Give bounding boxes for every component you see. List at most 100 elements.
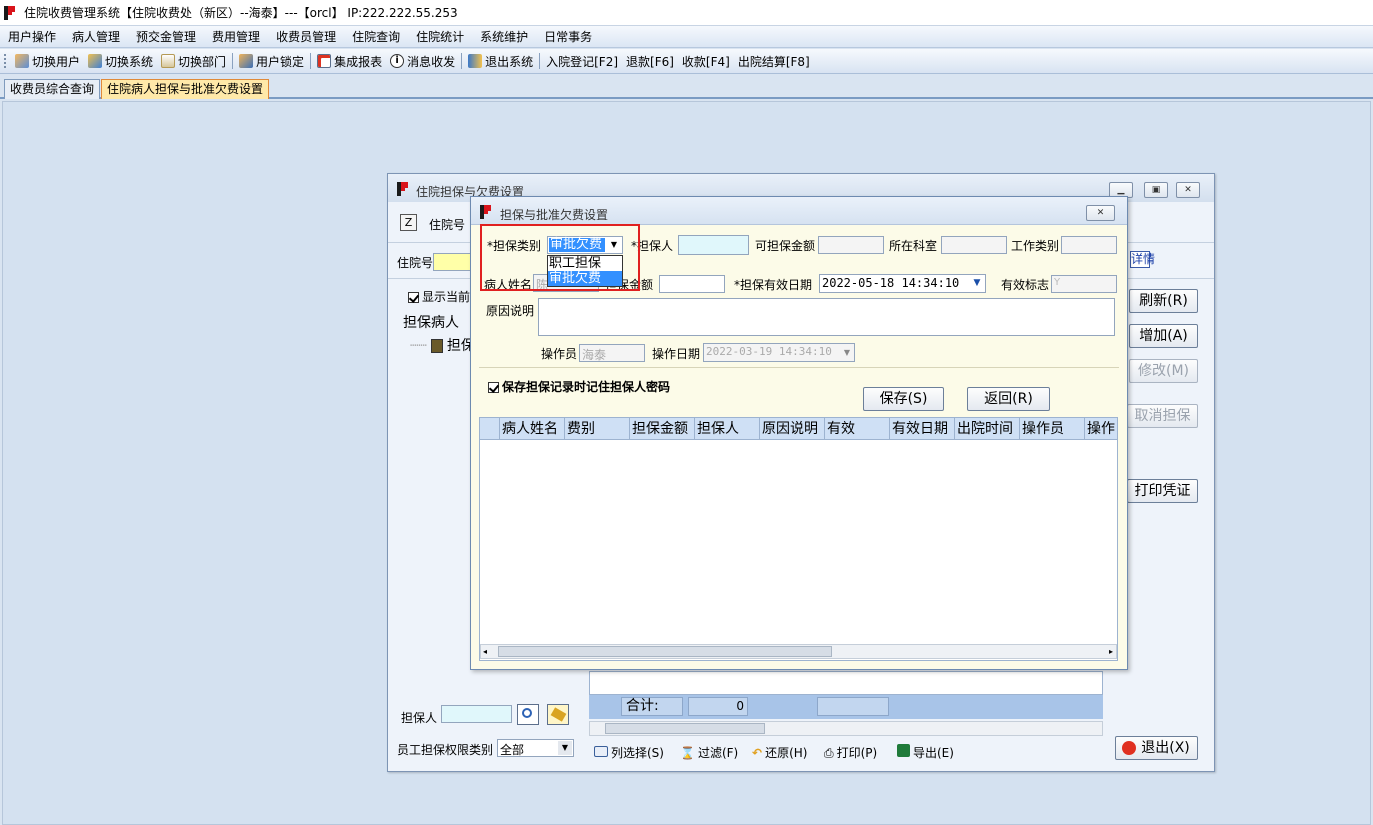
menu-fee-mgmt[interactable]: 费用管理 xyxy=(204,28,268,45)
tab-guarantee-settings[interactable]: 住院病人担保与批准欠费设置 xyxy=(101,79,270,99)
col-patient-name[interactable]: 病人姓名 xyxy=(500,418,565,440)
inpatient-no-label: 住院号 xyxy=(429,218,466,232)
tree-root[interactable]: 担保病人 xyxy=(403,312,459,332)
export-button[interactable]: 导出(E) xyxy=(897,744,954,761)
col-valid-date[interactable]: 有效日期 xyxy=(890,418,955,440)
col-operator[interactable]: 操作员 xyxy=(1020,418,1085,440)
toolbar-separator xyxy=(310,53,312,69)
grid-header-indicator xyxy=(480,418,500,440)
toolbar-grip[interactable] xyxy=(4,54,7,68)
guarantor-search-label: 担保人 xyxy=(401,711,438,725)
menu-patient-mgmt[interactable]: 病人管理 xyxy=(64,28,128,45)
z-button[interactable]: Z xyxy=(400,214,417,231)
tree-child[interactable]: ┈┈ 担保 xyxy=(410,335,475,355)
search-button[interactable] xyxy=(517,704,539,725)
switch-user-button[interactable]: 切换用户 xyxy=(11,53,84,70)
menu-daily-affairs[interactable]: 日常事务 xyxy=(536,28,600,45)
exit-button[interactable]: 退出(X) xyxy=(1115,736,1198,760)
switch-dept-button[interactable]: 切换部门 xyxy=(157,53,230,70)
cancel-guarantee-button[interactable]: 取消担保 xyxy=(1127,404,1198,428)
job-type-label: 工作类别 xyxy=(1011,239,1060,253)
checkbox-checked-icon xyxy=(488,382,499,393)
restore-button[interactable]: ↶ 还原(H) xyxy=(752,744,807,761)
collect-button[interactable]: 收款[F4] xyxy=(678,53,734,70)
total-label: 合计: xyxy=(621,697,683,716)
tab-cashier-query[interactable]: 收费员综合查询 xyxy=(4,79,101,99)
settle-button[interactable]: 出院结算[F8] xyxy=(734,53,814,70)
exit-door-icon xyxy=(468,54,483,68)
print-button[interactable]: ⎙ 打印(P) xyxy=(824,744,877,761)
maximize-button[interactable]: ▣ xyxy=(1144,182,1168,198)
reason-textarea[interactable] xyxy=(538,298,1115,336)
dialog-close-button[interactable]: ✕ xyxy=(1086,205,1115,221)
col-guarantor[interactable]: 担保人 xyxy=(695,418,760,440)
col-operation[interactable]: 操作 xyxy=(1085,418,1117,440)
total-value: 0 xyxy=(688,697,748,716)
lock-user-button[interactable]: 用户锁定 xyxy=(235,53,308,70)
divider xyxy=(479,367,1119,368)
inpatient-no-input[interactable] xyxy=(433,253,473,271)
department-icon xyxy=(161,54,176,68)
scroll-right-icon[interactable]: ▸ xyxy=(1109,645,1113,658)
power-icon xyxy=(1122,741,1136,755)
broom-icon xyxy=(550,707,567,722)
scroll-thumb[interactable] xyxy=(498,646,832,657)
toolbar: 切换用户 切换系统 切换部门 用户锁定 集成报表 i 消息收发 退出系统 入院登记… xyxy=(0,49,1373,74)
job-type-field xyxy=(1061,236,1117,254)
switch-system-button[interactable]: 切换系统 xyxy=(84,53,157,70)
horizontal-scrollbar[interactable] xyxy=(589,721,1103,736)
detail-link[interactable]: 详情 xyxy=(1130,251,1155,268)
exit-system-button[interactable]: 退出系统 xyxy=(464,53,537,70)
menu-inpatient-stats[interactable]: 住院统计 xyxy=(408,28,472,45)
grid-area xyxy=(589,671,1103,695)
menu-inpatient-query[interactable]: 住院查询 xyxy=(344,28,408,45)
col-valid[interactable]: 有效 xyxy=(825,418,890,440)
close-window-button[interactable]: ✕ xyxy=(1176,182,1200,198)
column-select-button[interactable]: 列选择(S) xyxy=(594,744,664,761)
chevron-down-icon: ▼ xyxy=(973,278,981,288)
col-fee-type[interactable]: 费别 xyxy=(565,418,630,440)
report-icon xyxy=(317,54,332,68)
available-amount-field xyxy=(818,236,884,254)
dept-label: 所在科室 xyxy=(889,239,938,253)
perm-type-select[interactable]: 全部 ▼ xyxy=(497,739,574,757)
scroll-thumb[interactable] xyxy=(605,723,765,734)
valid-date-picker[interactable]: 2022-05-18 14:34:10 ▼ xyxy=(819,274,986,293)
op-date-field: 2022-03-19 14:34:10 ▼ xyxy=(703,343,855,362)
modify-button[interactable]: 修改(M) xyxy=(1129,359,1198,383)
menu-user-ops[interactable]: 用户操作 xyxy=(0,28,64,45)
col-discharge-time[interactable]: 出院时间 xyxy=(955,418,1020,440)
guarantor-search-input[interactable] xyxy=(441,705,512,723)
refund-button[interactable]: 退款[F6] xyxy=(622,53,678,70)
scroll-left-icon[interactable]: ◂ xyxy=(483,645,487,658)
guarantor-input[interactable] xyxy=(678,235,749,255)
columns-icon xyxy=(594,746,608,757)
dialog-horizontal-scrollbar[interactable]: ◂ ▸ xyxy=(480,644,1117,659)
filter-button[interactable]: ⌛ 过滤(F) xyxy=(680,744,738,761)
toolbar-separator xyxy=(539,53,541,69)
perm-type-label: 员工担保权限类别 xyxy=(397,743,494,757)
app-logo-icon xyxy=(4,5,16,20)
col-reason[interactable]: 原因说明 xyxy=(760,418,825,440)
guarantee-amount-input[interactable] xyxy=(659,275,725,293)
admit-button[interactable]: 入院登记[F2] xyxy=(542,53,622,70)
report-button[interactable]: 集成报表 xyxy=(313,53,386,70)
add-button[interactable]: 增加(A) xyxy=(1129,324,1198,348)
save-button[interactable]: 保存(S) xyxy=(863,387,944,411)
menu-cashier-mgmt[interactable]: 收费员管理 xyxy=(268,28,344,45)
switch-icon xyxy=(88,54,103,68)
app-title: 住院收费管理系统【住院收费处（新区）--海泰】---【orcl】 IP:222.… xyxy=(24,6,458,20)
show-current-checkbox[interactable]: 显示当前 xyxy=(408,288,470,305)
excel-icon xyxy=(897,744,910,757)
message-button[interactable]: i 消息收发 xyxy=(386,53,459,70)
clear-button[interactable] xyxy=(547,704,569,725)
menu-deposit-mgmt[interactable]: 预交金管理 xyxy=(128,28,204,45)
back-button[interactable]: 返回(R) xyxy=(967,387,1050,411)
print-voucher-button[interactable]: 打印凭证 xyxy=(1127,479,1198,503)
refresh-button[interactable]: 刷新(R) xyxy=(1129,289,1198,313)
remember-password-checkbox[interactable]: 保存担保记录时记住担保人密码 xyxy=(488,378,670,395)
col-guarantee-amount[interactable]: 担保金额 xyxy=(630,418,695,440)
undo-arrow-icon: ↶ xyxy=(752,746,763,760)
menu-system-maint[interactable]: 系统维护 xyxy=(472,28,536,45)
chevron-down-icon: ▼ xyxy=(558,741,572,755)
